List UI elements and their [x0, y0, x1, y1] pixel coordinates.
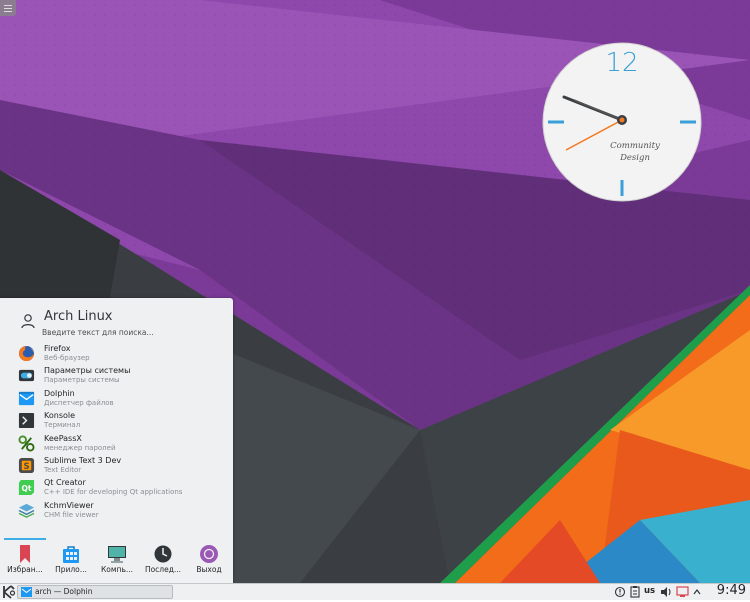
favorite-name: Sublime Text 3 Dev	[44, 455, 122, 465]
user-name: Arch Linux	[44, 309, 113, 324]
launcher-tabs: Избран... Прило... Компь... Послед... Вы…	[0, 538, 233, 583]
favorite-item-qt-creator[interactable]: Qt Qt Creator C++ IDE for developing Qt …	[0, 476, 233, 498]
analog-clock-widget[interactable]: 12 Community Design	[542, 42, 702, 202]
task-label: arch — Dolphin	[35, 587, 93, 596]
network-disconnected-icon[interactable]	[676, 584, 689, 600]
tab-computer[interactable]: Компь...	[94, 538, 140, 583]
konsole-icon	[18, 413, 35, 429]
tab-label: Выход	[196, 565, 222, 574]
tab-label: Компь...	[100, 565, 134, 574]
bookmark-icon	[20, 545, 30, 563]
recent-clock-icon	[154, 545, 172, 563]
qt-creator-icon: Qt	[18, 480, 35, 496]
task-dolphin[interactable]: arch — Dolphin	[17, 585, 173, 599]
tab-recent[interactable]: Послед...	[140, 538, 186, 583]
favorite-item-sublime-text[interactable]: S Sublime Text 3 Dev Text Editor	[0, 454, 233, 476]
application-launcher: Arch Linux Firefox Веб-браузер Параметры…	[0, 298, 233, 583]
system-tray-expand-icon[interactable]	[692, 584, 702, 600]
system-settings-icon	[18, 370, 35, 382]
favorite-name: Qt Creator	[44, 478, 86, 488]
power-icon	[200, 545, 218, 563]
search-input[interactable]	[42, 325, 222, 339]
clock-marker-6	[620, 180, 624, 196]
clipboard-icon[interactable]	[629, 584, 641, 600]
tab-label: Избран...	[7, 565, 43, 574]
favorite-name: Firefox	[44, 344, 71, 353]
kde-start-icon[interactable]	[1, 584, 16, 600]
favorite-description: менеджер паролей	[44, 443, 116, 452]
svg-text:S: S	[23, 462, 29, 472]
applications-icon	[63, 546, 79, 563]
favorite-item-firefox[interactable]: Firefox Веб-браузер	[0, 342, 233, 364]
favorite-description: C++ IDE for developing Qt applications	[44, 488, 183, 497]
favorites-list: Firefox Веб-браузер Параметры системы Па…	[0, 342, 233, 521]
tab-label: Прило...	[55, 565, 87, 574]
tab-favorites[interactable]: Избран...	[2, 538, 48, 583]
favorite-item-kchmviewer[interactable]: KchmViewer CHM file viewer	[0, 499, 233, 521]
clock-numeral-12: 12	[605, 48, 639, 78]
computer-icon	[108, 546, 126, 563]
clock-marker-9	[548, 120, 564, 124]
taskbar-panel: arch — Dolphin us 9:49	[0, 583, 750, 600]
favorite-name: Параметры системы	[44, 366, 131, 376]
favorite-item-keepassx[interactable]: KeePassX менеджер паролей	[0, 432, 233, 454]
firefox-icon	[18, 345, 35, 362]
favorite-item-konsole[interactable]: Konsole Терминал	[0, 409, 233, 431]
user-icon	[21, 314, 35, 329]
tab-label: Послед...	[144, 565, 182, 574]
favorite-description: Терминал	[44, 421, 81, 430]
kchmviewer-icon	[18, 503, 35, 518]
favorite-description: CHM file viewer	[44, 510, 99, 519]
clock-brand-line-1: Community	[610, 141, 660, 151]
favorite-name: Konsole	[44, 411, 76, 421]
svg-text:Qt: Qt	[21, 484, 31, 493]
favorite-name: KchmViewer	[44, 500, 94, 510]
tab-leave[interactable]: Выход	[186, 538, 232, 583]
digital-clock[interactable]: 9:49	[717, 583, 746, 598]
clock-brand-line-2: Design	[620, 153, 650, 163]
favorite-name: KeePassX	[44, 433, 82, 443]
favorite-item-dolphin[interactable]: Dolphin Диспетчер файлов	[0, 387, 233, 409]
dolphin-icon	[18, 391, 35, 405]
clock-marker-3	[680, 120, 696, 124]
keepassx-icon	[18, 435, 35, 452]
favorite-description: Диспетчер файлов	[44, 398, 114, 407]
favorite-description: Text Editor	[44, 465, 82, 474]
favorite-item-system-settings[interactable]: Параметры системы Параметры системы	[0, 364, 233, 386]
tab-applications[interactable]: Прило...	[48, 538, 94, 583]
favorite-description: Параметры системы	[44, 376, 120, 385]
sublime-text-icon: S	[18, 457, 35, 474]
notifications-icon[interactable]	[614, 584, 626, 600]
desktop-toolbox-button[interactable]	[0, 0, 16, 16]
dolphin-task-icon	[21, 587, 32, 597]
favorite-description: Веб-браузер	[44, 354, 90, 362]
clock-brand-text: Community Design	[602, 140, 668, 164]
launcher-header: Arch Linux	[0, 298, 233, 342]
favorite-name: Dolphin	[44, 388, 75, 398]
volume-icon[interactable]	[660, 584, 673, 600]
